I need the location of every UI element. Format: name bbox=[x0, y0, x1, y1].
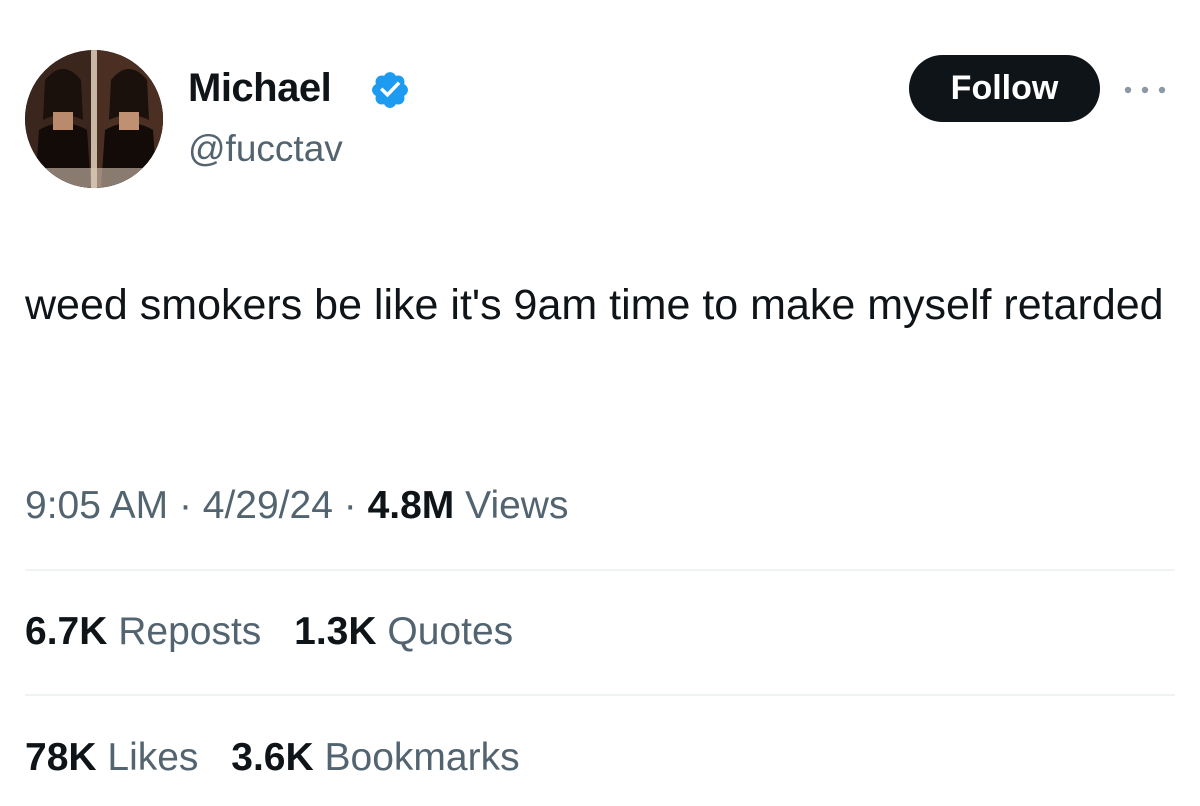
reposts-label: Reposts bbox=[118, 610, 262, 653]
divider bbox=[25, 569, 1175, 571]
likes-stat[interactable]: 78K Likes bbox=[25, 734, 198, 782]
views-label: Views bbox=[465, 484, 569, 527]
stats-row-shares: 6.7K Reposts 1.3K Quotes bbox=[25, 608, 535, 656]
profile-photo-icon bbox=[25, 50, 163, 188]
quotes-count: 1.3K bbox=[294, 610, 377, 653]
likes-label: Likes bbox=[107, 736, 199, 779]
divider bbox=[25, 694, 1175, 696]
quotes-label: Quotes bbox=[387, 610, 514, 653]
bookmarks-stat[interactable]: 3.6K Bookmarks bbox=[231, 734, 519, 782]
verified-badge-icon bbox=[372, 72, 408, 108]
views-count: 4.8M bbox=[367, 484, 455, 527]
follow-button[interactable]: Follow bbox=[909, 55, 1100, 122]
reposts-count: 6.7K bbox=[25, 610, 108, 653]
tweet-time[interactable]: 9:05 AM bbox=[25, 484, 168, 527]
meta-separator: · bbox=[343, 484, 357, 527]
display-name[interactable]: Michael bbox=[188, 64, 332, 112]
reposts-stat[interactable]: 6.7K Reposts bbox=[25, 608, 261, 656]
user-handle[interactable]: @fucctav bbox=[188, 127, 343, 171]
stats-row-engagement: 78K Likes 3.6K Bookmarks bbox=[25, 734, 542, 782]
bookmarks-label: Bookmarks bbox=[324, 736, 520, 779]
quotes-stat[interactable]: 1.3K Quotes bbox=[294, 608, 513, 656]
tweet-meta: 9:05 AM · 4/29/24 · 4.8M Views bbox=[25, 482, 568, 530]
tweet-date[interactable]: 4/29/24 bbox=[203, 484, 333, 527]
bookmarks-count: 3.6K bbox=[231, 736, 314, 779]
tweet-text: weed smokers be like it's 9am time to ma… bbox=[25, 281, 1164, 329]
likes-count: 78K bbox=[25, 736, 97, 779]
ellipsis-icon[interactable] bbox=[1120, 80, 1170, 100]
avatar[interactable] bbox=[25, 50, 163, 188]
meta-separator: · bbox=[178, 484, 192, 527]
